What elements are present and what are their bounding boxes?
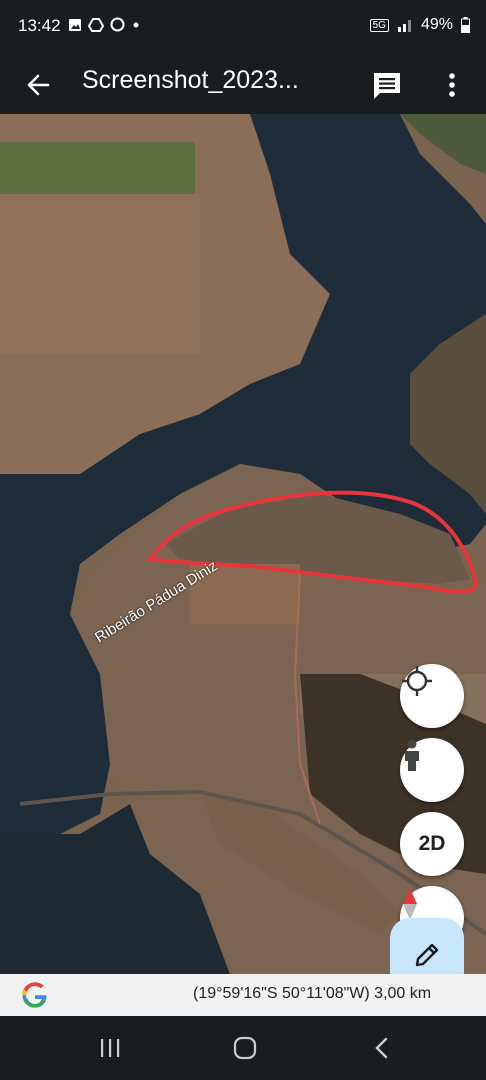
view-mode-button[interactable]: 2D	[400, 812, 464, 876]
map-info-bar: (19°59'16"S 50°11'08"W) 3,00 km	[0, 974, 486, 1016]
pencil-icon	[415, 943, 439, 967]
app-bar: Screenshot_2023...	[0, 56, 486, 114]
status-bar: 13:42 5G 49%	[0, 0, 486, 56]
home-icon[interactable]	[232, 1035, 258, 1061]
image-icon	[69, 18, 81, 31]
system-nav-bar	[0, 1016, 486, 1080]
google-logo-icon	[22, 982, 47, 1008]
notification-icons	[68, 17, 141, 32]
street-view-button[interactable]	[400, 738, 464, 802]
my-location-button[interactable]	[400, 664, 464, 728]
coordinates-readout: (19°59'16"S 50°11'08"W) 3,00 km	[193, 985, 432, 1002]
back-nav-icon[interactable]	[370, 1036, 394, 1060]
back-arrow-icon[interactable]	[22, 68, 56, 102]
street-view-icon	[405, 739, 419, 771]
status-time: 13:42	[18, 16, 61, 35]
network-badge: 5G	[369, 18, 389, 32]
whatsapp-icon	[110, 17, 125, 32]
status-right: 5G 49%	[369, 16, 470, 34]
battery-percent: 49%	[420, 16, 453, 33]
satellite-map[interactable]: Ribeirão Pádua Diniz 2D	[0, 114, 486, 974]
page-title: Screenshot_2023...	[82, 66, 299, 94]
more-vert-icon[interactable]	[437, 68, 467, 102]
dot-icon	[133, 22, 139, 27]
signal-icon	[397, 20, 411, 32]
battery-icon	[461, 17, 470, 33]
comment-icon[interactable]	[370, 68, 404, 102]
compass-icon	[403, 888, 417, 920]
recent-apps-icon[interactable]	[98, 1036, 122, 1060]
drive-icon	[88, 17, 104, 32]
my-location-icon	[402, 666, 432, 696]
